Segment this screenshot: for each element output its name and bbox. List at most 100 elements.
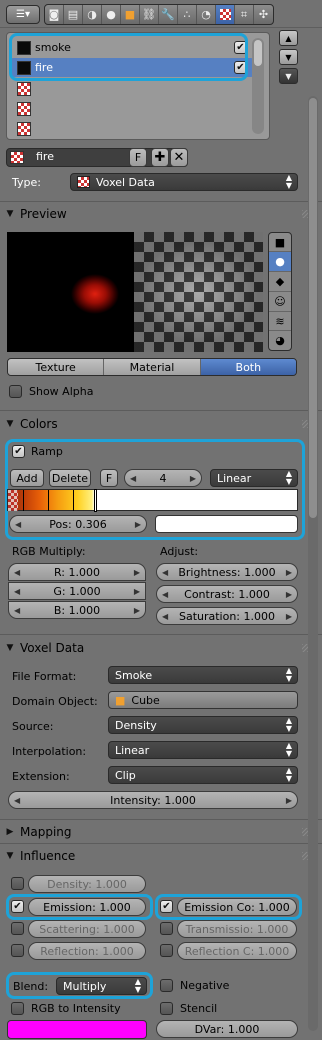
preview-render: [7, 232, 263, 352]
ramp-stop-marker[interactable]: [23, 490, 24, 511]
voxel-interpolation-dropdown[interactable]: Linear ▲ ▼: [108, 741, 298, 759]
reflection-field[interactable]: Reflection: 1.000: [28, 942, 146, 960]
physics-tab-icon[interactable]: ◔: [197, 5, 216, 24]
file-format-value: Smoke: [115, 668, 153, 682]
object-tab-icon[interactable]: ■: [121, 5, 140, 24]
ramp-checkbox[interactable]: ✔: [12, 445, 25, 458]
unlink-texture-icon[interactable]: ✕: [170, 148, 188, 167]
file-format-dropdown[interactable]: Smoke ▲ ▼: [108, 666, 298, 684]
move-up-icon[interactable]: ▲: [279, 30, 298, 46]
texture-browse-icon[interactable]: [10, 151, 24, 164]
emission-color-checkbox[interactable]: ✔: [160, 900, 173, 913]
particle-edit-tab-icon[interactable]: ⌗: [235, 5, 254, 24]
scene-tab-icon[interactable]: ◑: [83, 5, 102, 24]
move-down-icon[interactable]: ▼: [279, 49, 298, 65]
b-multiply-field[interactable]: ◀ B: 1.000 ▶: [8, 601, 146, 619]
properties-scrollbar[interactable]: [308, 96, 318, 1031]
reflection-color-checkbox[interactable]: [160, 944, 173, 957]
saturation-field[interactable]: ◀ Saturation: 1.000 ▶: [156, 607, 298, 625]
stencil-toggle[interactable]: Stencil: [160, 1002, 217, 1015]
colors-panel-header[interactable]: ▼ Colors: [0, 413, 322, 435]
r-multiply-field[interactable]: ◀ R: 1.000 ▶: [8, 563, 146, 581]
emission-field[interactable]: Emission: 1.000: [28, 898, 146, 916]
show-alpha-toggle[interactable]: Show Alpha: [9, 385, 93, 398]
ramp-toggle[interactable]: ✔ Ramp: [12, 445, 63, 458]
monkey-preview-icon[interactable]: ☺: [269, 292, 291, 312]
constraints-tab-icon[interactable]: ⛓: [140, 5, 159, 24]
fake-user-button[interactable]: F: [129, 148, 147, 167]
hair-preview-icon[interactable]: ≋: [269, 312, 291, 331]
extension-dropdown[interactable]: Clip ▲ ▼: [108, 766, 298, 784]
rgb-to-intensity-checkbox[interactable]: [11, 1002, 24, 1015]
density-field[interactable]: Density: 1.000: [28, 875, 146, 893]
g-multiply-field[interactable]: ◀ G: 1.000 ▶: [8, 582, 146, 600]
voxel-data-panel-header[interactable]: ▼ Voxel Data: [0, 637, 322, 659]
texture-tab-icon[interactable]: [216, 5, 235, 24]
tab-texture[interactable]: Texture: [8, 359, 105, 375]
dvar-field[interactable]: DVar: 1.000: [156, 1020, 298, 1038]
cube-preview-icon[interactable]: ◆: [269, 272, 291, 292]
sphere-preview-icon[interactable]: ●: [269, 252, 291, 272]
ramp-add-button[interactable]: Add: [10, 469, 44, 487]
texture-type-dropdown[interactable]: Voxel Data ▲ ▼: [70, 173, 298, 191]
slot-list-scrollbar[interactable]: [252, 38, 264, 134]
influence-color-swatch[interactable]: [7, 1020, 147, 1039]
mapping-panel-header[interactable]: ▶ Mapping: [0, 821, 322, 843]
updown-arrows-icon: ▲ ▼: [285, 469, 292, 486]
emission-color-field[interactable]: Emission Co: 1.000: [177, 898, 297, 916]
influence-panel-header[interactable]: ▼ Influence: [0, 845, 322, 867]
contrast-field[interactable]: ◀ Contrast: 1.000 ▶: [156, 585, 298, 603]
domain-object-field[interactable]: ■ Cube: [108, 691, 298, 709]
list-item[interactable]: [11, 119, 253, 138]
ramp-color-swatch[interactable]: [155, 515, 298, 533]
flat-preview-icon[interactable]: ■: [269, 233, 291, 252]
texture-name-field[interactable]: fire: [30, 148, 128, 167]
ramp-active-stop-marker[interactable]: [94, 489, 97, 512]
type-label: Type:: [12, 176, 41, 189]
reflection-checkbox[interactable]: [11, 944, 24, 957]
list-item[interactable]: [11, 99, 253, 118]
active-stop-field[interactable]: ◀ 4 ▶: [124, 469, 202, 487]
ramp-stop-marker[interactable]: [73, 490, 74, 511]
specials-menu-icon[interactable]: ▼: [279, 68, 298, 84]
transmission-checkbox[interactable]: [160, 922, 173, 935]
render-layers-tab-icon[interactable]: ▤: [64, 5, 83, 24]
density-checkbox[interactable]: [11, 877, 24, 890]
domain-object-label: Domain Object:: [12, 695, 98, 708]
scattering-field[interactable]: Scattering: 1.000: [28, 920, 146, 938]
ramp-stop-marker[interactable]: [48, 490, 49, 511]
blend-dropdown[interactable]: Multiply ▲ ▼: [56, 977, 147, 995]
ramp-delete-button[interactable]: Delete: [49, 469, 91, 487]
modifiers-tab-icon[interactable]: 🔧: [159, 5, 178, 24]
preview-panel-header[interactable]: ▼ Preview: [0, 203, 322, 225]
negative-toggle[interactable]: Negative: [160, 979, 229, 992]
texture-preview-fire: [7, 232, 134, 352]
intensity-field[interactable]: ◀ Intensity: 1.000 ▶: [8, 791, 298, 809]
tab-both[interactable]: Both: [200, 359, 296, 375]
ramp-position-field[interactable]: ◀ Pos: 0.306 ▶: [9, 515, 147, 533]
emission-checkbox[interactable]: ✔: [11, 900, 24, 913]
transmission-field[interactable]: Transmissio: 1.000: [177, 920, 297, 938]
add-texture-icon[interactable]: ✚: [151, 148, 169, 167]
tab-material[interactable]: Material: [104, 359, 201, 375]
reflection-color-field[interactable]: Reflection C: 1.000: [177, 942, 297, 960]
ramp-interpolation-dropdown[interactable]: Linear ▲ ▼: [210, 469, 298, 487]
color-ramp-bar[interactable]: [7, 489, 298, 512]
render-tab-icon[interactable]: ◙: [45, 5, 64, 24]
brush-tab-icon[interactable]: ✣: [254, 5, 273, 24]
rgb-to-intensity-toggle[interactable]: RGB to Intensity: [11, 1002, 121, 1015]
sky-preview-icon[interactable]: ◕: [269, 331, 291, 350]
scattering-checkbox[interactable]: [11, 922, 24, 935]
world-tab-icon[interactable]: ●: [102, 5, 121, 24]
brightness-field[interactable]: ◀ Brightness: 1.000 ▶: [156, 563, 298, 581]
empty-slot-icon: [17, 121, 31, 136]
list-item[interactable]: [11, 79, 253, 98]
stencil-checkbox[interactable]: [160, 1002, 173, 1015]
source-dropdown[interactable]: Density ▲ ▼: [108, 716, 298, 734]
ramp-flip-button[interactable]: F: [100, 469, 118, 487]
negative-checkbox[interactable]: [160, 979, 173, 992]
particles-tab-icon[interactable]: ∴: [178, 5, 197, 24]
editor-type-menu[interactable]: ☰▾: [6, 5, 40, 24]
panel-title: Mapping: [20, 825, 72, 839]
show-alpha-checkbox[interactable]: [9, 385, 22, 398]
